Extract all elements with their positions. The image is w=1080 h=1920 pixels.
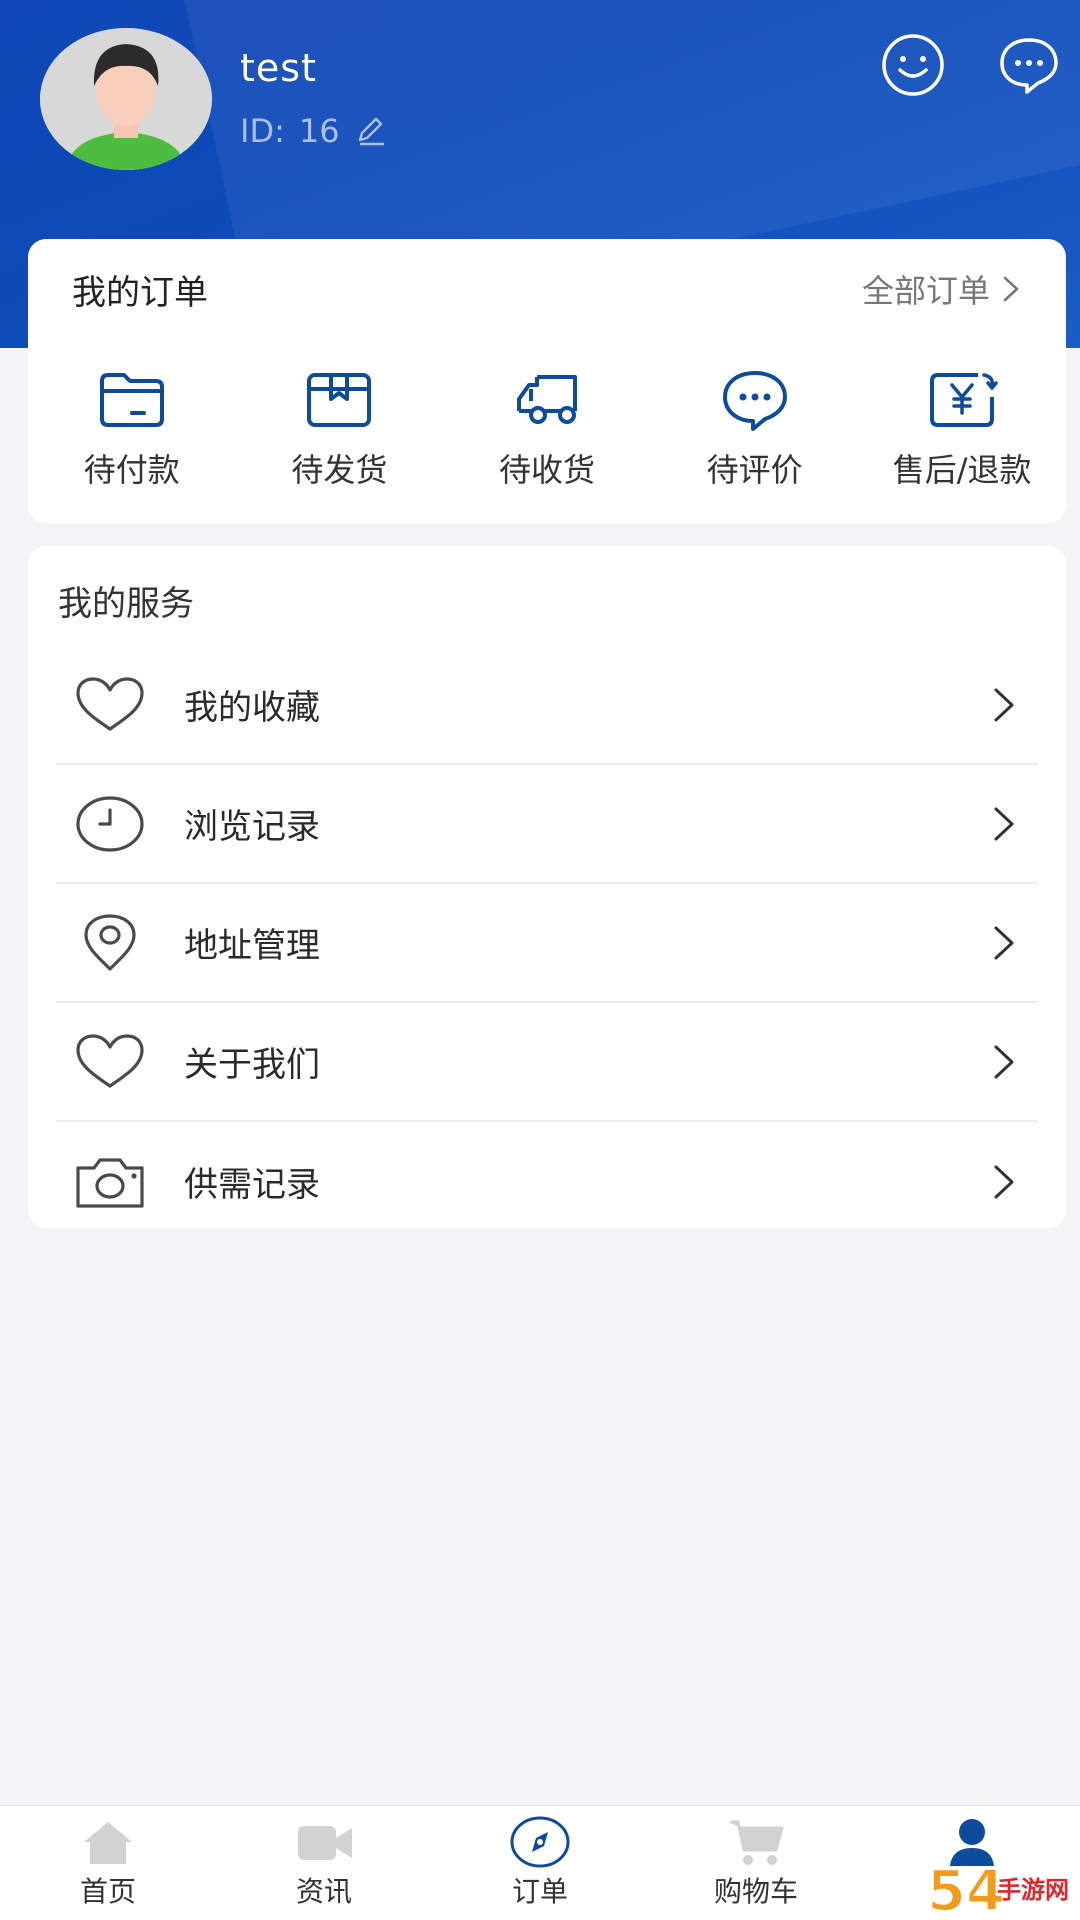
user-id-label: ID: [240,112,285,150]
my-services-card: 我的服务 我的收藏 浏览记录 地址管理 关于我们 供需记录 [28,546,1066,1228]
order-label: 待评价 [706,451,803,489]
service-label: 浏览记录 [184,807,320,847]
refund-icon [930,373,998,427]
wallet-icon [99,373,164,427]
user-id: ID: 16 [240,112,388,150]
tab-news[interactable]: 资讯 [216,1806,432,1920]
user-id-value: 16 [298,112,340,150]
orders-title: 我的订单 [72,272,208,313]
avatar[interactable] [40,28,212,170]
service-label: 供需记录 [184,1165,320,1205]
camera-icon [76,1157,144,1208]
order-pending-shipment[interactable]: 待发货 [236,367,444,507]
compass-icon [510,1816,570,1868]
tab-orders[interactable]: 订单 [432,1806,648,1920]
service-label: 关于我们 [184,1045,320,1085]
tab-cart[interactable]: 购物车 [648,1806,864,1920]
order-label: 待发货 [291,451,388,489]
order-pending-review[interactable]: 待评价 [651,367,859,507]
order-label: 待付款 [83,451,180,489]
service-supply-demand[interactable]: 供需记录 [56,1122,1038,1241]
svg-text:54: 54 [927,1859,1005,1920]
smile-icon[interactable] [880,32,946,98]
video-icon [298,1826,352,1860]
bottom-tab-bar: 首页 资讯 订单 购物车 [0,1805,1080,1920]
avatar-image [40,28,212,170]
all-orders-link[interactable]: 全部订单 [862,266,1022,312]
tab-label: 购物车 [713,1875,798,1908]
tab-label: 订单 [511,1875,568,1908]
tab-label: 资讯 [295,1875,352,1908]
order-status-row: 待付款 待发货 待收货 待评价 售后/退款 [28,367,1066,507]
service-history[interactable]: 浏览记录 [56,765,1038,884]
tab-label: 首页 [79,1875,136,1908]
services-list: 我的收藏 浏览记录 地址管理 关于我们 供需记录 [56,646,1038,1241]
service-favorites[interactable]: 我的收藏 [56,646,1038,765]
location-pin-icon [84,913,136,971]
my-orders-card: 我的订单 全部订单 待付款 待发货 待收货 待评价 售后/退款 [28,239,1066,523]
chevron-right-icon [1003,276,1019,302]
profile-screen: test ID: 16 我的订单 全部订单 待付款 待发货 待收货 待评价 售后… [0,0,1080,1920]
tab-home[interactable]: 首页 [0,1806,216,1920]
clock-icon [76,795,144,852]
heart-icon [76,1033,144,1088]
svg-text:手游网: 手游网 [997,1876,1069,1904]
username: test [240,46,317,90]
comment-icon [722,371,787,431]
edit-icon[interactable] [354,114,388,148]
box-icon [307,373,372,427]
order-label: 售后/退款 [892,451,1032,489]
service-address[interactable]: 地址管理 [56,884,1038,1003]
order-after-sales[interactable]: 售后/退款 [858,367,1066,507]
watermark-logo: 54 手游网 [925,1858,1080,1920]
truck-icon [516,375,577,424]
service-label: 地址管理 [184,926,320,966]
order-pending-receipt[interactable]: 待收货 [443,367,651,507]
heart-icon [76,676,144,731]
chevron-right-icon [994,688,1014,721]
order-label: 待收货 [498,451,595,489]
chat-icon[interactable] [996,32,1062,98]
service-label: 我的收藏 [184,688,320,728]
order-pending-payment[interactable]: 待付款 [28,367,236,507]
chevron-right-icon [994,1165,1014,1198]
chevron-right-icon [994,926,1014,959]
chevron-right-icon [994,807,1014,840]
services-title: 我的服务 [58,584,194,624]
service-about-us[interactable]: 关于我们 [56,1003,1038,1122]
chevron-right-icon [994,1045,1014,1078]
all-orders-label: 全部订单 [861,272,990,310]
cart-icon [730,1820,784,1865]
home-icon [84,1822,132,1864]
